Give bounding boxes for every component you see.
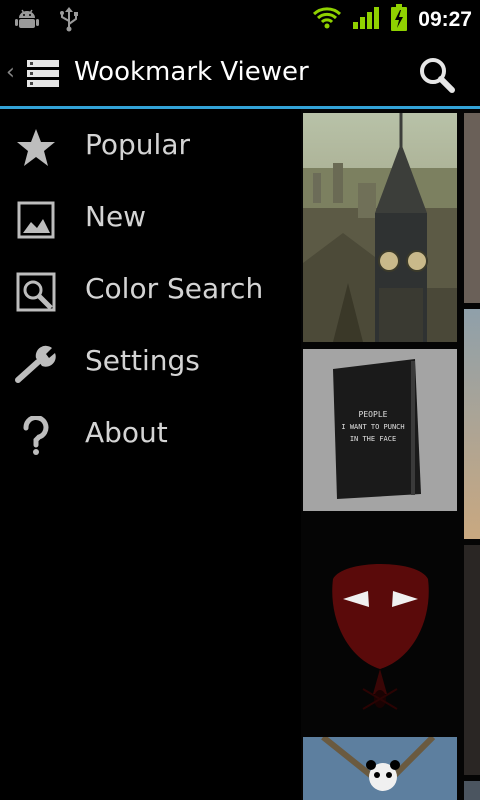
action-bar: ‹ Wookmark Viewer	[0, 38, 480, 108]
svg-text:PEOPLE: PEOPLE	[359, 410, 388, 419]
image-grid: PEOPLE I WANT TO PUNCH IN THE FACE	[301, 109, 480, 800]
question-icon	[14, 415, 58, 457]
image-tile-partial-3[interactable]	[464, 545, 480, 775]
drawer-item-label: Settings	[85, 344, 200, 377]
drawer-item-color-search[interactable]: Color Search	[0, 255, 301, 327]
color-search-icon	[14, 271, 58, 313]
drawer-item-new[interactable]: New	[0, 183, 301, 255]
wifi-icon	[312, 5, 342, 35]
image-tile-partial-2[interactable]	[464, 309, 480, 539]
drawer-item-about[interactable]: About	[0, 399, 301, 471]
image-icon	[14, 199, 58, 241]
image-tile-panda[interactable]	[303, 737, 457, 800]
wrench-icon	[14, 343, 58, 385]
android-debug-icon	[14, 6, 40, 36]
chevron-left-icon[interactable]: ‹	[6, 60, 15, 85]
drawer-item-label: Color Search	[85, 272, 264, 305]
search-icon[interactable]	[418, 56, 456, 98]
star-icon	[14, 127, 58, 169]
app-title: Wookmark Viewer	[74, 57, 309, 87]
signal-icon	[352, 5, 380, 35]
svg-text:IN THE FACE: IN THE FACE	[350, 435, 396, 443]
battery-charging-icon	[390, 4, 408, 36]
drawer-item-label: About	[85, 416, 168, 449]
image-tile-notebook[interactable]: PEOPLE I WANT TO PUNCH IN THE FACE	[303, 349, 457, 511]
drawer-item-label: New	[85, 200, 147, 233]
image-tile-big-ben[interactable]	[303, 113, 457, 342]
usb-icon	[58, 6, 80, 36]
navigation-drawer: Popular New Color Search Settings About	[0, 109, 301, 800]
drawer-item-label: Popular	[85, 128, 190, 161]
list-menu-icon[interactable]	[26, 59, 60, 93]
svg-text:I WANT TO PUNCH: I WANT TO PUNCH	[341, 423, 404, 431]
image-tile-partial-4[interactable]	[464, 781, 480, 800]
image-tile-spiderman[interactable]	[303, 519, 457, 729]
status-time: 09:27	[418, 8, 472, 31]
image-tile-partial-1[interactable]	[464, 113, 480, 303]
drawer-item-settings[interactable]: Settings	[0, 327, 301, 399]
status-bar: 09:27	[0, 0, 480, 38]
drawer-item-popular[interactable]: Popular	[0, 111, 301, 183]
